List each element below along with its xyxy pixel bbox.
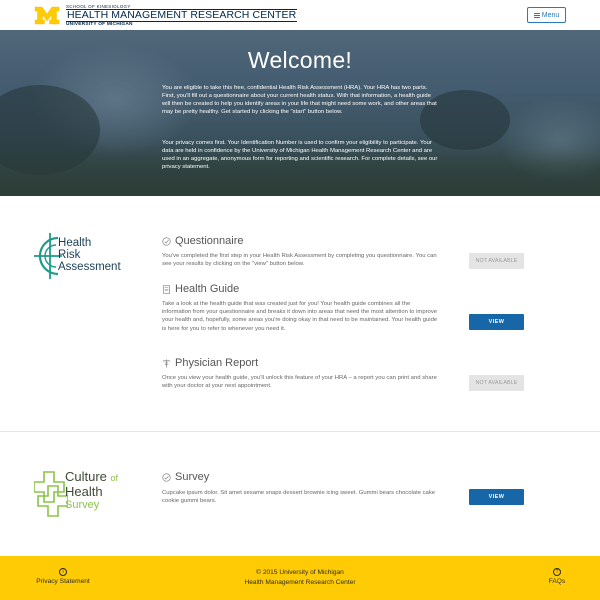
hero-intro-text: You are eligible to take this free, conf… — [162, 85, 437, 115]
hra-logo-ealth: ealth — [66, 237, 92, 249]
questionnaire-title-text: Questionnaire — [175, 235, 244, 247]
survey-title-text: Survey — [175, 471, 210, 483]
footer-copyright: © 2015 University of Michigan Health Man… — [220, 568, 380, 588]
block-m-logo[interactable] — [34, 6, 60, 25]
questionnaire-title: Questionnaire — [162, 235, 244, 247]
physician-report-title: Physician Report — [162, 357, 258, 369]
physician-report-title-text: Physician Report — [175, 357, 259, 369]
questionnaire-description: You've completed the first step in your … — [162, 253, 437, 268]
survey-title: Survey — [162, 471, 209, 483]
physician-report-not-available-button[interactable]: NOT AVAILABLE — [469, 375, 524, 391]
survey-section: Culture of Health Survey Survey Cupcake … — [0, 432, 600, 556]
hra-logo-isk: isk — [66, 249, 81, 262]
copyright-line1: 2015 University of Michigan — [262, 569, 344, 576]
health-guide-title: Health Guide — [162, 283, 239, 295]
hero-privacy-text: Your privacy comes first. Your Identific… — [162, 140, 438, 170]
privacy-statement-label: Privacy Statement — [36, 578, 90, 585]
survey-description: Cupcake ipsum dolor. Sit amet sesame sna… — [162, 490, 436, 505]
faqs-link[interactable]: ? FAQs — [537, 568, 577, 587]
site-header: SCHOOL OF KINESIOLOGY HEALTH MANAGEMENT … — [0, 0, 600, 30]
hra-logo-text: Health Risk Assessment — [58, 237, 121, 274]
privacy-statement-link[interactable]: i Privacy Statement — [26, 568, 100, 587]
hra-logo-a: A — [58, 261, 66, 274]
copyright-line2: Health Management Research Center — [244, 579, 356, 586]
welcome-hero: Welcome! You are eligible to take this f… — [0, 30, 600, 196]
site-footer: i Privacy Statement © 2015 University of… — [0, 556, 600, 600]
coh-logo-of: of — [110, 473, 119, 483]
hra-section: Health Risk Assessment Questionnaire You… — [0, 196, 600, 432]
menu-button[interactable]: Menu — [527, 7, 566, 23]
plus-cross-logo-icon — [34, 471, 68, 517]
info-icon: i — [59, 568, 67, 576]
health-guide-view-button[interactable]: VIEW — [469, 314, 524, 330]
physician-report-description: Once you view your health guide, you'll … — [162, 375, 437, 390]
menu-button-label: Menu — [541, 11, 560, 19]
hamburger-icon — [533, 12, 540, 18]
culture-of-health-logo: Culture of Health Survey — [34, 470, 144, 522]
logo-university-name: UNIVERSITY OF MICHIGAN — [66, 22, 133, 27]
caduceus-icon — [162, 358, 171, 368]
question-icon: ? — [553, 568, 561, 576]
hra-logo: Health Risk Assessment — [34, 232, 144, 284]
logo-center-name: HEALTH MANAGEMENT RESEARCH CENTER — [66, 9, 298, 22]
survey-view-button[interactable]: VIEW — [469, 489, 524, 505]
coh-logo-health: Health — [65, 484, 103, 499]
site-logo-text[interactable]: SCHOOL OF KINESIOLOGY HEALTH MANAGEMENT … — [66, 4, 298, 28]
coh-logo-survey: Survey — [65, 499, 100, 511]
copyright-icon: © — [256, 569, 261, 576]
check-circle-icon — [162, 236, 171, 246]
health-guide-title-text: Health Guide — [175, 283, 240, 295]
health-guide-description: Take a look at the health guide that was… — [162, 301, 438, 332]
coh-logo-culture: Culture — [65, 469, 107, 484]
hra-logo-ssessment: ssessment — [65, 261, 121, 274]
hero-title: Welcome! — [247, 47, 353, 73]
document-icon — [162, 284, 171, 294]
check-circle-icon — [162, 472, 171, 482]
faqs-label: FAQs — [548, 578, 566, 585]
questionnaire-not-available-button[interactable]: NOT AVAILABLE — [469, 253, 524, 269]
culture-of-health-logo-text: Culture of Health Survey — [65, 469, 119, 512]
